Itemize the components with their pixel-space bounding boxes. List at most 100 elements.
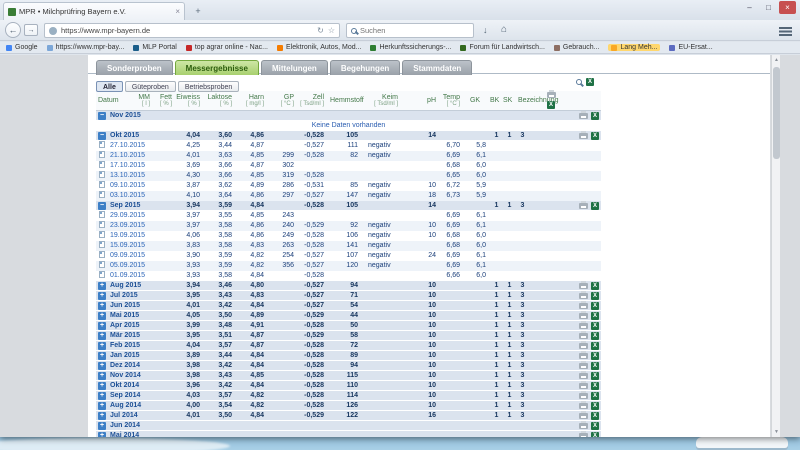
month-row[interactable]: −Nov 2015X	[96, 111, 601, 121]
table-search-icon[interactable]	[576, 79, 582, 85]
excel-export-icon[interactable]: X	[591, 382, 599, 390]
expand-icon[interactable]: +	[98, 412, 106, 420]
print-icon[interactable]	[579, 313, 588, 319]
minimize-button[interactable]: –	[741, 1, 758, 14]
sample-doc-icon[interactable]	[99, 191, 105, 198]
bookmark-item[interactable]: Lang Meh...	[608, 44, 660, 51]
filter-alle[interactable]: Alle	[96, 81, 123, 92]
excel-export-icon[interactable]: X	[591, 392, 599, 400]
sample-doc-icon[interactable]	[99, 141, 105, 148]
excel-export-icon[interactable]: X	[586, 78, 594, 86]
date-link[interactable]: 05.09.2015	[110, 262, 145, 269]
month-row[interactable]: +Aug 20153,943,464,80-0,5279410113X	[96, 281, 601, 291]
date-link[interactable]: 13.10.2015	[110, 172, 145, 179]
browser-tab[interactable]: MPR • Milchprüfring Bayern e.V. ×	[3, 2, 185, 20]
expand-icon[interactable]: +	[98, 422, 106, 430]
print-icon[interactable]	[579, 353, 588, 359]
scroll-down-icon[interactable]: ▼	[772, 427, 781, 437]
date-link[interactable]: 27.10.2015	[110, 142, 145, 149]
filter-g-teproben[interactable]: Güteproben	[125, 81, 176, 92]
filter-betriebsproben[interactable]: Betriebsproben	[178, 81, 239, 92]
new-tab-button[interactable]: +	[190, 5, 206, 18]
print-icon[interactable]	[579, 133, 588, 139]
month-row[interactable]: +Jan 20153,893,444,84-0,5288910113X	[96, 351, 601, 361]
month-row[interactable]: +Dez 20143,983,424,84-0,5289410113X	[96, 361, 601, 371]
sample-doc-icon[interactable]	[99, 171, 105, 178]
bookmark-item[interactable]: Elektronik, Autos, Mod...	[277, 44, 361, 51]
excel-export-icon[interactable]: X	[591, 202, 599, 210]
excel-export-icon[interactable]: X	[591, 372, 599, 380]
excel-export-icon[interactable]: X	[591, 132, 599, 140]
month-row[interactable]: +Jun 2014X	[96, 421, 601, 431]
site-identity-icon[interactable]	[49, 27, 57, 35]
excel-export-icon[interactable]: X	[591, 402, 599, 410]
excel-export-icon[interactable]: X	[591, 352, 599, 360]
print-icon[interactable]	[579, 303, 588, 309]
month-row[interactable]: +Nov 20143,983,434,85-0,52811510113X	[96, 371, 601, 381]
print-icon[interactable]	[579, 403, 588, 409]
month-row[interactable]: +Apr 20153,993,484,91-0,5285010113X	[96, 321, 601, 331]
menu-icon[interactable]	[779, 27, 792, 36]
month-row[interactable]: +Feb 20154,043,574,87-0,5287210113X	[96, 341, 601, 351]
sample-doc-icon[interactable]	[99, 251, 105, 258]
tab-stammdaten[interactable]: Stammdaten	[402, 60, 472, 75]
month-row[interactable]: −Okt 20154,043,604,86-0,52810514113X	[96, 131, 601, 141]
download-icon[interactable]: ↓	[483, 25, 488, 35]
date-link[interactable]: 23.09.2015	[110, 222, 145, 229]
print-icon[interactable]	[579, 363, 588, 369]
expand-icon[interactable]: +	[98, 292, 106, 300]
excel-export-icon[interactable]: X	[547, 101, 555, 109]
scroll-up-icon[interactable]: ▲	[772, 55, 781, 65]
search-input[interactable]	[360, 26, 469, 35]
month-row[interactable]: +Jul 20144,013,504,84-0,52912216113X	[96, 411, 601, 421]
bookmark-item[interactable]: Forum für Landwirtsch...	[460, 44, 544, 51]
print-icon[interactable]	[579, 343, 588, 349]
expand-icon[interactable]: +	[98, 382, 106, 390]
month-row[interactable]: −Sep 20153,943,594,84-0,52810514113X	[96, 201, 601, 211]
print-icon[interactable]	[579, 433, 588, 437]
month-row[interactable]: +Okt 20143,963,424,84-0,52811010113X	[96, 381, 601, 391]
expand-icon[interactable]: +	[98, 362, 106, 370]
date-link[interactable]: 09.09.2015	[110, 252, 145, 259]
expand-icon[interactable]: +	[98, 402, 106, 410]
reload-icon[interactable]: ↻	[317, 26, 324, 35]
date-link[interactable]: 15.09.2015	[110, 242, 145, 249]
collapse-icon[interactable]: −	[98, 132, 106, 140]
date-link[interactable]: 29.09.2015	[110, 212, 145, 219]
sample-doc-icon[interactable]	[99, 181, 105, 188]
maximize-button[interactable]: □	[760, 1, 777, 14]
sample-doc-icon[interactable]	[99, 261, 105, 268]
bookmark-item[interactable]: Gebrauch...	[554, 44, 600, 51]
tab-close-icon[interactable]: ×	[175, 7, 180, 16]
search-bar[interactable]	[346, 23, 474, 38]
sample-doc-icon[interactable]	[99, 211, 105, 218]
collapse-icon[interactable]: −	[98, 112, 106, 120]
month-row[interactable]: +Jul 20153,953,434,83-0,5277110113X	[96, 291, 601, 301]
print-icon[interactable]	[579, 203, 588, 209]
expand-icon[interactable]: +	[98, 372, 106, 380]
print-icon[interactable]	[547, 92, 556, 98]
expand-icon[interactable]: +	[98, 392, 106, 400]
bookmark-item[interactable]: top agrar online - Nac...	[186, 44, 268, 51]
excel-export-icon[interactable]: X	[591, 412, 599, 420]
month-row[interactable]: +Mai 20154,053,504,89-0,5294410113X	[96, 311, 601, 321]
sample-doc-icon[interactable]	[99, 151, 105, 158]
month-row[interactable]: +Sep 20144,033,574,82-0,52811410113X	[96, 391, 601, 401]
expand-icon[interactable]: +	[98, 282, 106, 290]
print-icon[interactable]	[579, 293, 588, 299]
bookmark-item[interactable]: https://www.mpr-bay...	[47, 44, 125, 51]
close-button[interactable]: ×	[779, 1, 796, 14]
bookmark-item[interactable]: EU-Ersat...	[669, 44, 712, 51]
month-row[interactable]: +Jun 20154,013,424,84-0,5275410113X	[96, 301, 601, 311]
date-link[interactable]: 03.10.2015	[110, 192, 145, 199]
excel-export-icon[interactable]: X	[591, 432, 599, 437]
forward-button[interactable]: →	[24, 24, 38, 36]
url-text[interactable]: https://www.mpr-bayern.de	[61, 26, 313, 35]
month-row[interactable]: +Mai 2014X	[96, 431, 601, 437]
excel-export-icon[interactable]: X	[591, 112, 599, 120]
print-icon[interactable]	[579, 323, 588, 329]
collapse-icon[interactable]: −	[98, 202, 106, 210]
sample-doc-icon[interactable]	[99, 221, 105, 228]
expand-icon[interactable]: +	[98, 302, 106, 310]
print-icon[interactable]	[579, 373, 588, 379]
